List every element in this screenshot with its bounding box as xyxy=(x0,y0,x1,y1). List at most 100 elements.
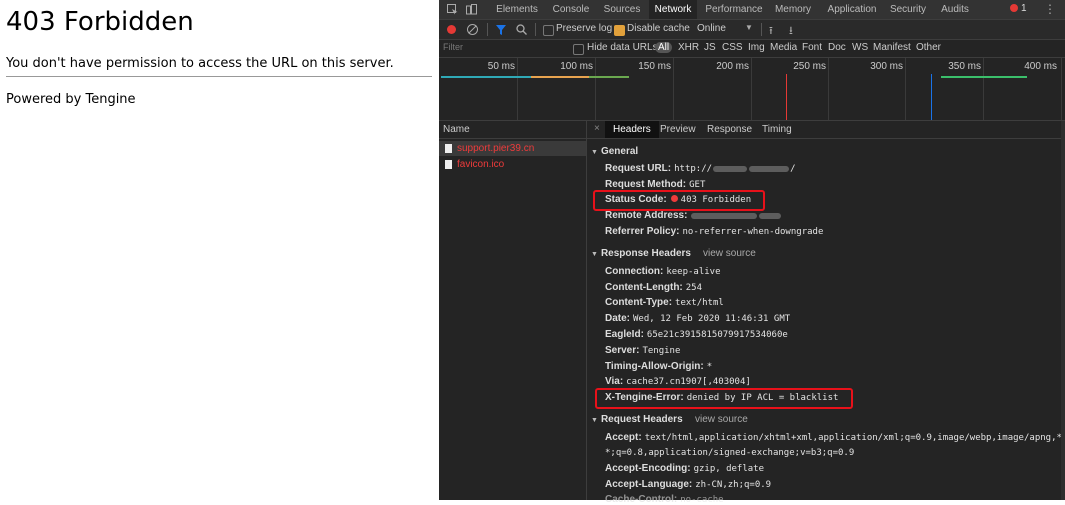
document-icon xyxy=(445,160,452,169)
disable-cache-label: Disable cache xyxy=(627,23,690,34)
filter-type-other[interactable]: Other xyxy=(916,42,941,53)
filter-type-img[interactable]: Img xyxy=(748,42,765,53)
filter-type-xhr[interactable]: XHR xyxy=(678,42,699,53)
section-general[interactable]: ▼ General xyxy=(591,146,638,157)
record-icon[interactable] xyxy=(447,25,456,34)
filter-type-media[interactable]: Media xyxy=(770,42,797,53)
tab-preview[interactable]: Preview xyxy=(660,121,696,138)
page-title: 403 Forbidden xyxy=(6,7,194,37)
tab-timing[interactable]: Timing xyxy=(762,121,792,138)
error-count-badge[interactable]: 1 xyxy=(1010,3,1027,14)
devtools-panel: Elements Console Sources Network Perform… xyxy=(439,0,1065,505)
scrollbar[interactable] xyxy=(1061,121,1065,500)
request-list-header[interactable]: Name xyxy=(439,121,586,139)
tab-application[interactable]: Application xyxy=(826,0,878,19)
separator xyxy=(487,23,488,36)
header-row: EagleId: 65e21c3915815079917534060e xyxy=(605,329,788,340)
domcontentloaded-marker xyxy=(931,74,932,120)
filter-type-manifest[interactable]: Manifest xyxy=(873,42,911,53)
network-timeline[interactable]: 50 ms 100 ms 150 ms 200 ms 250 ms 300 ms… xyxy=(439,58,1065,121)
header-row: Referrer Policy: no-referrer-when-downgra… xyxy=(605,226,824,237)
tab-security[interactable]: Security xyxy=(888,0,928,19)
filter-type-ws[interactable]: WS xyxy=(852,42,868,53)
timeline-bar xyxy=(941,76,1027,78)
header-row: Remote Address: xyxy=(605,210,782,221)
tab-console[interactable]: Console xyxy=(549,0,593,19)
network-toolbar: Preserve log Disable cache Online ▼ ⭱ ⭳ xyxy=(439,20,1065,40)
tab-audits[interactable]: Audits xyxy=(939,0,971,19)
redacted xyxy=(713,165,748,172)
disable-cache-checkbox[interactable] xyxy=(614,25,625,36)
hide-data-urls-label: Hide data URLs xyxy=(587,42,658,53)
view-source-link[interactable]: view source xyxy=(703,248,756,259)
tab-response[interactable]: Response xyxy=(707,121,752,138)
hide-data-urls-checkbox[interactable] xyxy=(573,44,584,55)
tab-elements[interactable]: Elements xyxy=(495,0,539,19)
redacted xyxy=(749,165,790,172)
header-row: Accept: text/html,application/xhtml+xml,a… xyxy=(605,432,1065,443)
load-marker xyxy=(786,74,787,120)
preserve-log-label: Preserve log xyxy=(556,23,613,34)
timeline-tick: 400 ms xyxy=(1024,61,1057,72)
request-row[interactable]: support.pier39.cn xyxy=(439,141,586,156)
header-row: Server: Tengine xyxy=(605,345,681,356)
header-row: Accept-Language: zh-CN,zh;q=0.9 xyxy=(605,479,772,490)
tab-sources[interactable]: Sources xyxy=(601,0,643,19)
timeline-tick: 200 ms xyxy=(716,61,749,72)
timeline-tick: 100 ms xyxy=(560,61,593,72)
more-options-icon[interactable]: ⋮ xyxy=(1044,2,1056,16)
search-icon[interactable] xyxy=(516,24,527,35)
separator xyxy=(761,23,762,36)
redacted xyxy=(691,212,758,219)
timeline-tick: 150 ms xyxy=(638,61,671,72)
chevron-down-icon: ▼ xyxy=(745,23,753,32)
filter-type-doc[interactable]: Doc xyxy=(828,42,846,53)
tab-network[interactable]: Network xyxy=(649,0,697,19)
header-row: Content-Length: 254 xyxy=(605,282,703,293)
triangle-down-icon: ▼ xyxy=(591,251,598,258)
separator xyxy=(535,23,536,36)
header-row: Content-Type: text/html xyxy=(605,297,724,308)
triangle-down-icon: ▼ xyxy=(591,417,598,424)
view-source-link[interactable]: view source xyxy=(695,414,748,425)
tab-performance[interactable]: Performance xyxy=(705,0,763,19)
tab-memory[interactable]: Memory xyxy=(772,0,814,19)
filter-type-css[interactable]: CSS xyxy=(722,42,743,53)
detail-tabs: × Headers Preview Response Timing xyxy=(587,121,1065,139)
export-icon[interactable]: ⭳ xyxy=(789,22,793,41)
request-name: support.pier39.cn xyxy=(457,143,535,154)
error-icon xyxy=(1010,4,1018,12)
filter-type-all[interactable]: All xyxy=(655,42,673,53)
header-row: Via: cache37.cn1907[,403004] xyxy=(605,376,751,387)
header-row-continued: *;q=0.8,application/signed-exchange;v=b3… xyxy=(605,448,855,458)
close-icon[interactable]: × xyxy=(594,123,600,134)
filter-input[interactable]: Filter xyxy=(443,42,563,54)
preserve-log-checkbox[interactable] xyxy=(543,25,554,36)
server-signature: Powered by Tengine xyxy=(6,92,136,107)
filter-type-js[interactable]: JS xyxy=(704,42,716,53)
section-response-headers[interactable]: ▼ Response Headers xyxy=(591,248,691,259)
status-code-highlight xyxy=(593,190,765,211)
header-row: Connection: keep-alive xyxy=(605,266,721,277)
clear-icon[interactable] xyxy=(467,24,478,35)
timeline-tick: 250 ms xyxy=(793,61,826,72)
filter-type-font[interactable]: Font xyxy=(802,42,822,53)
throttle-select[interactable]: Online xyxy=(697,23,726,34)
request-row[interactable]: favicon.ico xyxy=(439,157,586,172)
divider xyxy=(6,76,432,77)
redacted xyxy=(759,212,782,219)
document-icon xyxy=(445,144,452,153)
device-toolbar-icon[interactable] xyxy=(466,4,477,15)
filter-icon[interactable] xyxy=(496,25,506,35)
error-message: You don't have permission to access the … xyxy=(6,56,394,71)
header-row: Request Method: GET xyxy=(605,179,706,190)
timeline-tick: 300 ms xyxy=(870,61,903,72)
timeline-tick: 350 ms xyxy=(948,61,981,72)
tab-headers[interactable]: Headers xyxy=(605,121,659,138)
inspect-icon[interactable] xyxy=(447,4,458,15)
timeline-tick: 50 ms xyxy=(487,61,515,72)
timeline-bar xyxy=(531,76,589,78)
page-content: 403 Forbidden You don't have permission … xyxy=(0,0,439,500)
import-icon[interactable]: ⭱ xyxy=(769,22,773,41)
section-request-headers[interactable]: ▼ Request Headers xyxy=(591,414,683,425)
